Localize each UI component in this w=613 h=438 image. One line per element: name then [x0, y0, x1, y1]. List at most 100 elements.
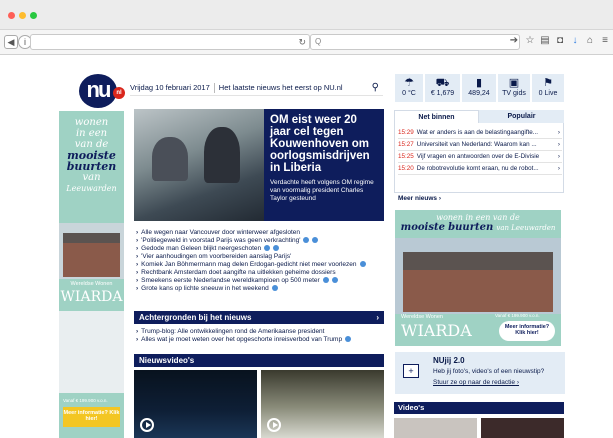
chevron-right-icon: › — [557, 165, 560, 172]
live-label: 0 Live — [538, 90, 558, 97]
right-ad-brand: WIARDA — [401, 321, 472, 340]
news-video-thumbnail[interactable] — [134, 370, 257, 438]
background-link-text: Alles wat je moet weten over het opgesch… — [141, 336, 343, 343]
weather-tile[interactable]: ☂ 0 °C — [395, 74, 423, 102]
news-text: Vijf vragen en antwoorden over de E-Divi… — [416, 153, 540, 160]
aex-tile[interactable]: ▮ 489,24 — [462, 74, 496, 102]
left-ad-cta-button[interactable]: Meer informatie? Klik hier! — [63, 407, 120, 427]
download-icon[interactable]: ↓ — [569, 34, 581, 48]
tab-populair[interactable]: Populair — [479, 110, 564, 123]
headline-link[interactable]: 'Vier aanhoudingen om voorbereiden aansl… — [136, 253, 291, 261]
tab-net-binnen[interactable]: Net binnen — [394, 110, 479, 123]
weather-label: 0 °C — [402, 90, 416, 97]
list-item[interactable]: 15:27 Universiteit van Nederland: Waarom … — [398, 139, 562, 151]
videos-section-title: Video's — [398, 403, 425, 412]
headline-link[interactable]: Komiek Jan Böhmermann mag delen Erdogan-… — [136, 261, 366, 269]
background-link-text: Trump-blog: Alle ontwikkelingen rond de … — [141, 328, 325, 335]
headline-link[interactable]: Rechtbank Amsterdam doet aangifte na uit… — [136, 269, 336, 277]
logo-badge-text: nl — [116, 90, 122, 96]
video-icon — [271, 285, 278, 292]
nujij-title: NUjij 2.0 — [433, 356, 465, 365]
tv-icon: ▣ — [508, 77, 520, 89]
hero-headline-box[interactable]: OM eist weer 20 jaar cel tegen Kouwenhov… — [264, 109, 384, 221]
list-item[interactable]: 15:20 De robotrevolutie komt eraan, nu de… — [398, 163, 562, 175]
left-ad-line7: Leeuwarden — [66, 184, 117, 193]
aex-label: 489,24 — [468, 90, 490, 97]
forward-arrow-icon[interactable]: ➔ — [508, 34, 520, 48]
video-thumbnail[interactable] — [394, 418, 477, 438]
right-advertisement[interactable]: wonen in een van de mooiste buurten van … — [395, 210, 561, 346]
nujij-link[interactable]: Stuur ze op naar de redactie › — [433, 379, 519, 386]
news-time: 15:25 — [398, 153, 414, 160]
zoom-window-button[interactable] — [30, 12, 37, 19]
latest-news-list: 15:29 Wat er anders is aan de belastingaa… — [394, 123, 564, 193]
headline-text: Komiek Jan Böhmermann mag delen Erdogan-… — [141, 261, 357, 268]
chevron-right-icon[interactable]: › — [376, 311, 379, 324]
nujij-link-label: Stuur ze op naar de redactie — [433, 379, 516, 386]
search-input[interactable]: Q — [310, 34, 520, 50]
videos-section-header[interactable]: Video's — [394, 402, 564, 414]
headline-link[interactable]: Smeekens eerste Nederlandse wereldkampio… — [136, 277, 338, 285]
background-section-title: Achtergronden bij het nieuws — [139, 313, 252, 322]
headline-link[interactable]: 'Politiegeweld in voorstad Parijs was ge… — [136, 237, 319, 245]
right-ad-cta-line2: Klik hier! — [515, 330, 539, 336]
live-tile[interactable]: ⚑ 0 Live — [532, 74, 564, 102]
fuel-tile[interactable]: ⛟ € 1,679 — [425, 74, 460, 102]
reading-list-icon[interactable]: ▤ — [539, 34, 551, 48]
hero-title[interactable]: OM eist weer 20 jaar cel tegen Kouwenhov… — [270, 114, 378, 174]
upload-icon: + — [403, 364, 419, 378]
right-ad-cta-button[interactable]: Meer informatie? Klik hier! — [499, 321, 555, 341]
right-ad-line1: wonen in een van de — [436, 213, 520, 222]
reload-icon[interactable]: ↻ — [298, 35, 306, 49]
news-video-thumbnail[interactable] — [261, 370, 384, 438]
left-ad-house-image — [59, 223, 124, 279]
background-link[interactable]: Trump-blog: Alle ontwikkelingen rond de … — [136, 328, 324, 336]
menu-icon[interactable]: ≡ — [599, 34, 611, 48]
left-ad-line6: van — [82, 172, 101, 183]
back-icon[interactable]: ◀ — [4, 35, 18, 49]
left-ad-price: Vanaf € 199.900 v.o.n. — [63, 398, 108, 403]
video-icon — [322, 277, 329, 284]
more-news-label: Meer nieuws — [398, 195, 438, 202]
url-input[interactable]: ↻ — [30, 34, 310, 50]
video-thumbnail[interactable] — [481, 418, 564, 438]
tv-label: TV gids — [502, 90, 526, 97]
home-icon[interactable]: ⌂ — [584, 34, 596, 48]
hero-image[interactable] — [134, 109, 264, 221]
bookmark-star-icon[interactable]: ☆ — [524, 34, 536, 48]
minimize-window-button[interactable] — [19, 12, 26, 19]
headline-text: 'Vier aanhoudingen om voorbereiden aansl… — [141, 253, 292, 260]
left-ad-line2: in een — [75, 128, 108, 139]
close-window-button[interactable] — [8, 12, 15, 19]
nujij-box: + NUjij 2.0 Heb jij foto's, video's of e… — [395, 352, 565, 394]
headline-link[interactable]: Alle wegen naar Vancouver door winterwee… — [136, 229, 300, 237]
video-section-header[interactable]: Nieuwsvideo's — [134, 354, 384, 367]
more-news-link[interactable]: Meer nieuws › — [398, 195, 441, 202]
news-tabs: Net binnen Populair — [394, 110, 564, 123]
left-advertisement[interactable]: wonen in een van de mooiste buurten van … — [59, 111, 124, 438]
play-icon[interactable] — [267, 418, 281, 432]
background-link[interactable]: Alles wat je moet weten over het opgesch… — [136, 336, 352, 344]
headline-link[interactable]: Grote kans op lichte sneeuw in het weeke… — [136, 285, 278, 293]
logo-text: nu — [86, 77, 112, 102]
background-section-header[interactable]: Achtergronden bij het nieuws › — [134, 311, 384, 324]
nu-logo[interactable]: nu — [79, 74, 117, 108]
list-item[interactable]: 15:29 Wat er anders is aan de belastingaa… — [398, 127, 562, 139]
right-ad-price: Vanaf € 199.900 v.o.n. — [495, 313, 540, 318]
pocket-icon[interactable]: ◘ — [554, 34, 566, 48]
list-item[interactable]: 15:25 Vijf vragen en antwoorden over de E… — [398, 151, 562, 163]
headline-link[interactable]: Gedode man Geleen blijkt neergeschoten — [136, 245, 280, 253]
news-time: 15:27 — [398, 141, 414, 148]
play-icon[interactable] — [140, 418, 154, 432]
right-ad-line2: mooiste — [400, 222, 445, 233]
logo-badge: nl — [113, 87, 125, 99]
left-ad-interior-image — [59, 311, 124, 393]
video-icon — [303, 237, 310, 244]
news-text: Universiteit van Nederland: Waarom kan .… — [416, 141, 537, 148]
headline-text: Rechtbank Amsterdam doet aangifte na uit… — [141, 269, 336, 276]
left-ad-line5: buurten — [66, 160, 117, 173]
nujij-text: Heb jij foto's, video's of een nieuwstip… — [433, 368, 545, 375]
chart-icon: ▮ — [475, 77, 483, 89]
tv-tile[interactable]: ▣ TV gids — [498, 74, 530, 102]
site-search-icon[interactable]: ⚲ — [372, 80, 379, 96]
